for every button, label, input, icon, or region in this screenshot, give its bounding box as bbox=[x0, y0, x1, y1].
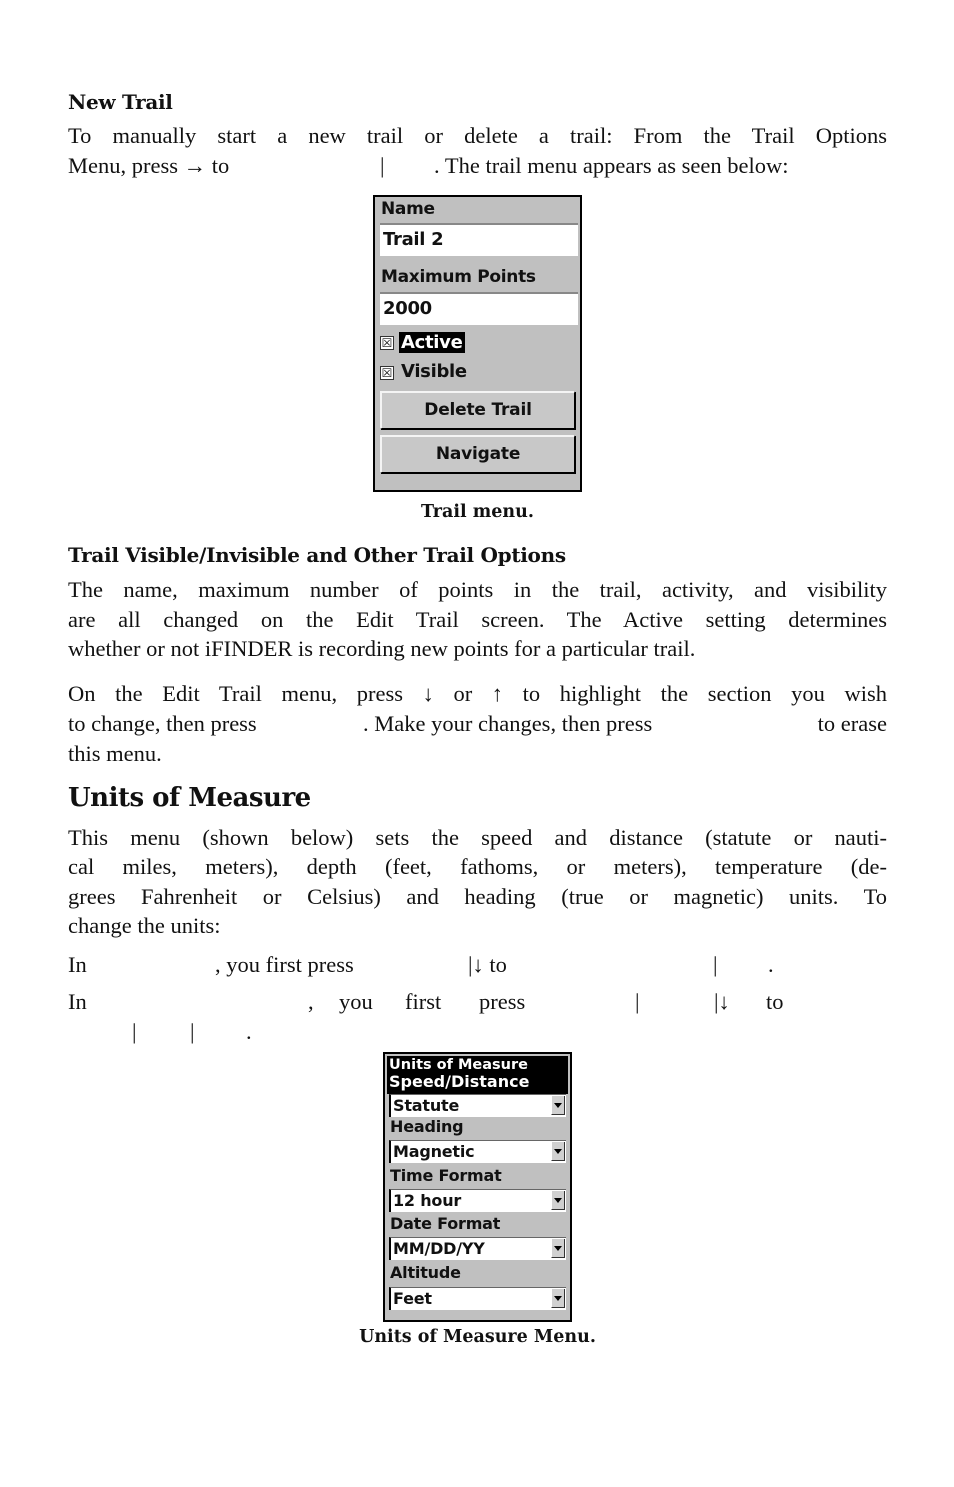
name-label: Name bbox=[381, 199, 435, 219]
dropdown-arrow-icon[interactable] bbox=[551, 1289, 565, 1308]
trail-options-line-1: The name, maximum number of points in th… bbox=[68, 577, 887, 602]
units-of-measure-menu: Units of Measure Speed/Distance Statute … bbox=[383, 1052, 572, 1322]
text: first bbox=[405, 989, 442, 1014]
trail-options-line-3: whether or not iFINDER is recording new … bbox=[68, 636, 696, 661]
units-step-1: In , you first press |↓ to | . bbox=[68, 950, 887, 980]
text: . bbox=[768, 952, 774, 977]
units-menu-caption: Units of Measure Menu. bbox=[359, 1327, 596, 1347]
units-step-3: | | . bbox=[68, 1017, 887, 1047]
trail-options-line-2: are all changed on the Edit Trail screen… bbox=[68, 607, 887, 632]
text: | bbox=[635, 989, 640, 1014]
units-menu-title: Units of Measure bbox=[389, 1057, 528, 1073]
heading-label: Heading bbox=[390, 1117, 464, 1136]
new-trail-line-1: To manually start a new trail or delete … bbox=[68, 123, 887, 148]
edit-trail-line-2: to change, then press . Make your change… bbox=[68, 709, 887, 739]
units-line-2: cal miles, meters), depth (feet, fathoms… bbox=[68, 854, 887, 879]
separator: | bbox=[380, 153, 385, 178]
trail-menu: Name Trail 2 Maximum Points 2000 ☒ Activ… bbox=[373, 195, 582, 492]
text: , you first press bbox=[215, 952, 354, 977]
text: Menu, press → to bbox=[68, 153, 230, 178]
text: |↓ to bbox=[468, 952, 507, 977]
selected-value: Feet bbox=[393, 1289, 432, 1308]
selected-value: 12 hour bbox=[393, 1191, 462, 1210]
text: press bbox=[479, 989, 526, 1014]
altitude-label: Altitude bbox=[390, 1263, 461, 1282]
selected-value: Statute bbox=[393, 1096, 460, 1115]
edit-trail-line-1: On the Edit Trail menu, press ↓ or ↑ to … bbox=[68, 681, 887, 706]
text: | bbox=[132, 1019, 137, 1044]
speed-distance-label: Speed/Distance bbox=[389, 1072, 530, 1091]
text: . bbox=[246, 1019, 252, 1044]
text: to bbox=[766, 989, 784, 1014]
trail-options-heading: Trail Visible/Invisible and Other Trail … bbox=[68, 543, 566, 567]
navigate-button[interactable]: Navigate bbox=[380, 435, 575, 473]
heading-select[interactable]: Magnetic bbox=[389, 1140, 566, 1163]
text: . The trail menu appears as seen below: bbox=[434, 153, 789, 178]
text: In bbox=[68, 989, 87, 1014]
units-menu-header: Units of Measure Speed/Distance bbox=[387, 1056, 568, 1094]
units-line-4: change the units: bbox=[68, 913, 221, 938]
date-format-label: Date Format bbox=[390, 1214, 501, 1233]
visible-checkbox[interactable]: ☒ bbox=[380, 366, 394, 380]
units-step-2: In , you first press | |↓ to bbox=[68, 987, 887, 1017]
speed-distance-select[interactable]: Statute bbox=[389, 1094, 566, 1117]
text: , bbox=[308, 989, 314, 1014]
edit-trail-line-3: this menu. bbox=[68, 741, 162, 766]
new-trail-line-2: Menu, press → to | . The trail menu appe… bbox=[68, 151, 887, 181]
text: | bbox=[190, 1019, 195, 1044]
active-checkbox[interactable]: ☒ bbox=[380, 336, 394, 350]
altitude-select[interactable]: Feet bbox=[389, 1287, 566, 1310]
delete-trail-button[interactable]: Delete Trail bbox=[380, 391, 575, 429]
units-line-1: This menu (shown below) sets the speed a… bbox=[68, 825, 887, 850]
units-line-3: grees Fahrenheit or Celsius) and heading… bbox=[68, 884, 887, 909]
name-field[interactable]: Trail 2 bbox=[380, 223, 578, 256]
trail-menu-caption: Trail menu. bbox=[421, 502, 534, 522]
text: In bbox=[68, 952, 87, 977]
max-points-label: Maximum Points bbox=[381, 267, 536, 287]
text: |↓ bbox=[714, 989, 730, 1014]
dropdown-arrow-icon[interactable] bbox=[551, 1142, 565, 1161]
time-format-select[interactable]: 12 hour bbox=[389, 1189, 566, 1212]
text: | bbox=[713, 952, 718, 977]
time-format-label: Time Format bbox=[390, 1166, 502, 1185]
units-heading: Units of Measure bbox=[68, 783, 311, 813]
date-format-select[interactable]: MM/DD/YY bbox=[389, 1237, 566, 1260]
max-points-field[interactable]: 2000 bbox=[380, 292, 578, 325]
text: you bbox=[339, 989, 373, 1014]
text: . Make your changes, then press bbox=[363, 711, 653, 736]
selected-value: Magnetic bbox=[393, 1142, 475, 1161]
dropdown-arrow-icon[interactable] bbox=[551, 1239, 565, 1258]
selected-value: MM/DD/YY bbox=[393, 1239, 485, 1258]
new-trail-heading: New Trail bbox=[68, 90, 173, 114]
dropdown-arrow-icon[interactable] bbox=[551, 1096, 565, 1115]
text: to change, then press bbox=[68, 711, 257, 736]
text: to erase bbox=[817, 711, 887, 736]
visible-label[interactable]: Visible bbox=[399, 361, 469, 382]
active-label[interactable]: Active bbox=[399, 332, 465, 353]
dropdown-arrow-icon[interactable] bbox=[551, 1191, 565, 1210]
